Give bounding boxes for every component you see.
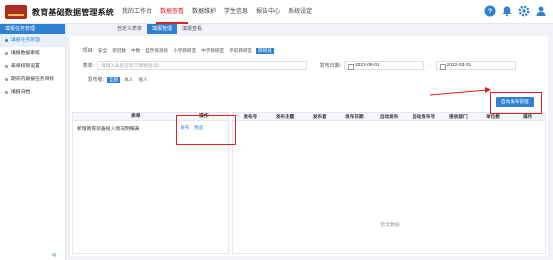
category-tag-selected[interactable]: 研修处	[256, 47, 274, 54]
date-separator: -	[429, 62, 431, 69]
svg-text:?: ?	[488, 9, 492, 16]
sidebar: 填报任务管理 填报任务管理 填报数据审核 表单权限设置 期间内填报任务目标 填报…	[0, 24, 66, 260]
sidebar-item-archive[interactable]: 填报归档	[0, 86, 65, 99]
form-filter-row: 表单: 请输入表单名称(可模糊查询) 发布日期: 2021-09-01 - 20…	[78, 61, 516, 70]
column-header: 单位数	[486, 114, 500, 119]
date-label: 发布日期:	[319, 63, 341, 69]
bullet-icon	[5, 65, 8, 68]
date-to-field[interactable]: 2022-03-31	[435, 61, 516, 70]
category-tag[interactable]: 新冠数	[111, 48, 127, 54]
help-icon[interactable]: ?	[484, 5, 496, 17]
form-search-input[interactable]: 请输入表单名称(可模糊查询)	[97, 61, 307, 70]
empty-state: 暂无数据	[380, 223, 400, 228]
nav-workbench[interactable]: 我的工作台	[118, 0, 156, 24]
user-icon[interactable]	[535, 5, 547, 17]
category-tag[interactable]: 小学教研室	[172, 48, 197, 54]
publish-records-table: 发布号 发布主题 发布者 发布日期 自动发布 自动发布号 接收部门 单位数 操作…	[232, 112, 546, 254]
highlight-box	[490, 92, 542, 114]
category-tag[interactable]: 中数	[130, 48, 141, 54]
column-header: 操作	[523, 114, 533, 119]
tab-fill-management[interactable]: 填报管理	[147, 24, 178, 34]
bullet-icon	[5, 78, 8, 81]
category-filter-row: 项目: 安全 新冠数 中数 自然资源的 小学教研室 中学教研室 学前教研室 研修…	[78, 47, 274, 54]
gear-icon[interactable]	[518, 5, 530, 17]
category-tag[interactable]: 学前教研室	[228, 48, 253, 54]
nav-student-info[interactable]: 学生信息	[220, 0, 252, 24]
sidebar-item-label: 填报归档	[11, 90, 31, 95]
top-bar: 教育基础数据管理系统 我的工作台 数据查看 数据维护 学生信息 报告中心 系统设…	[0, 0, 553, 24]
column-header: 发布主题	[275, 114, 295, 119]
form-label: 表单:	[82, 63, 94, 69]
table-header: 发布号 发布主题 发布者 发布日期 自动发布 自动发布号 接收部门 单位数 操作	[233, 113, 545, 121]
column-header: 发布号	[243, 114, 258, 119]
form-name: 新增教育装备投入情况明细表	[77, 127, 140, 132]
nav-data-maintenance[interactable]: 数据维护	[188, 0, 220, 24]
sidebar-item-label: 填报任务管理	[11, 38, 40, 43]
top-icons: ?	[484, 5, 547, 17]
date-from-field[interactable]: 2021-09-01	[344, 61, 424, 70]
column-header: 发布日期	[345, 114, 364, 119]
publisher-label: 发布者:	[87, 77, 104, 83]
sidebar-item-label: 填报数据审核	[11, 51, 40, 56]
sidebar-header: 填报任务管理	[0, 24, 65, 34]
category-tag[interactable]: 中学教研室	[200, 48, 225, 54]
sidebar-item-data-review[interactable]: 填报数据审核	[0, 47, 65, 60]
category-label: 项目:	[82, 48, 94, 54]
tab-custom-form[interactable]: 自定义表单	[112, 24, 147, 34]
sidebar-item-label: 期间内填报任务目标	[11, 77, 55, 82]
sidebar-item-label: 表单权限设置	[11, 64, 40, 69]
annotation-arrow-icon	[429, 87, 491, 96]
category-tag[interactable]: 自然资源的	[144, 48, 169, 54]
bullet-icon	[5, 91, 8, 94]
publisher-tag-selected[interactable]: 全部	[107, 76, 121, 83]
sidebar-item-task-management[interactable]: 填报任务管理	[0, 34, 65, 47]
category-tag[interactable]: 安全	[97, 48, 108, 54]
bullet-icon	[5, 39, 8, 42]
column-header: 发布者	[312, 114, 327, 119]
app-title: 教育基础数据管理系统	[32, 8, 114, 17]
publisher-tag[interactable]: 他人	[137, 77, 148, 83]
highlight-box	[176, 115, 236, 145]
column-header: 接收部门	[449, 114, 468, 119]
column-header: 自动发布	[379, 114, 399, 119]
publisher-tag[interactable]: 本人	[123, 77, 134, 83]
tab-fill-view[interactable]: 填报查看	[177, 24, 207, 34]
sidebar-item-form-permissions[interactable]: 表单权限设置	[0, 60, 65, 73]
nav-report-center[interactable]: 报告中心	[252, 0, 284, 24]
sidebar-item-period-targets[interactable]: 期间内填报任务目标	[0, 73, 65, 86]
column-header-form: 表单	[131, 114, 141, 119]
main-nav: 我的工作台 数据查看 数据维护 学生信息 报告中心 系统设定	[118, 0, 316, 24]
nav-system-settings[interactable]: 系统设定	[284, 0, 316, 24]
bullet-icon	[5, 52, 8, 55]
main-panel: 项目: 安全 新冠数 中数 自然资源的 小学教研室 中学教研室 学前教研室 研修…	[70, 36, 548, 256]
column-header: 自动发布号	[412, 114, 436, 119]
publisher-filter-row: 发布者: 全部 本人 他人	[78, 76, 149, 83]
collapse-sidebar-icon[interactable]: «	[52, 250, 56, 259]
sub-nav: 自定义表单 填报管理 填报查看	[112, 24, 207, 34]
nav-data-view[interactable]: 数据查看	[156, 0, 189, 24]
bell-icon[interactable]	[501, 5, 513, 17]
app-logo	[5, 5, 27, 19]
